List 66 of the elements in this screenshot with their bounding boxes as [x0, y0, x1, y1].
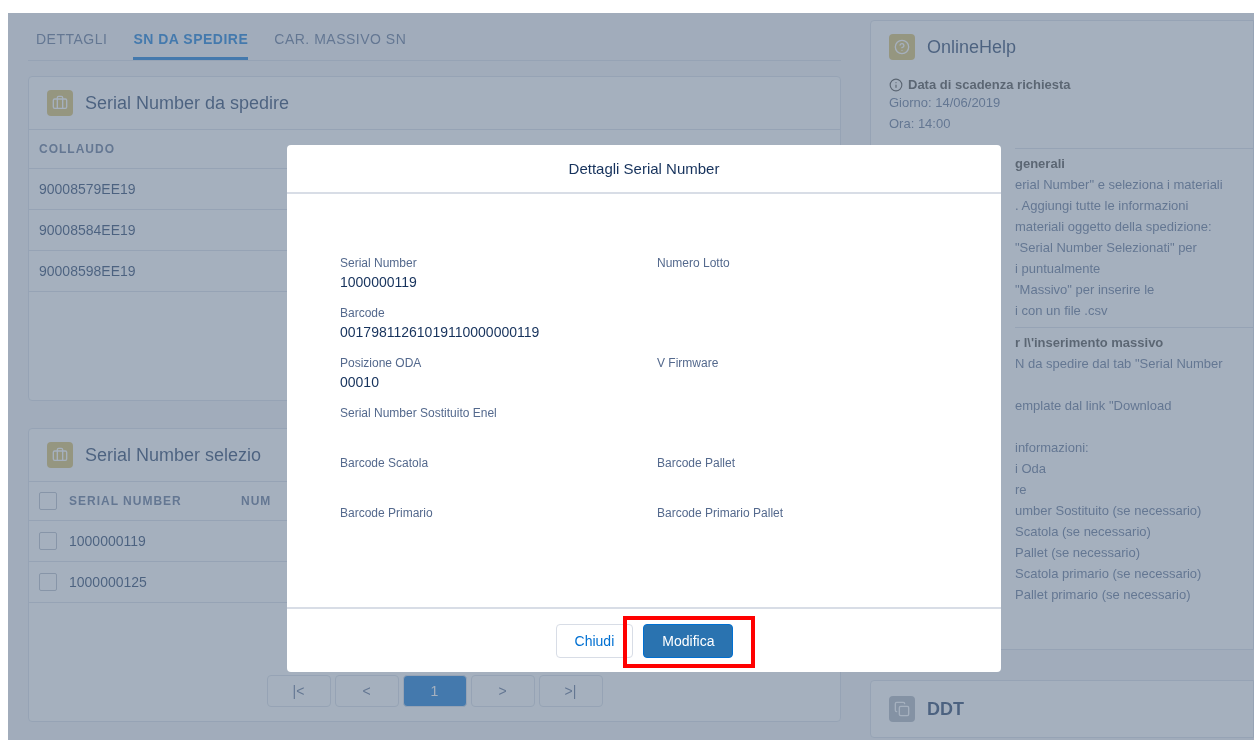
table-cell: 1000000119 — [69, 533, 146, 549]
help-text: Scatola primario (se necessario) — [1015, 565, 1203, 583]
field-label: Serial Number — [340, 256, 418, 270]
help-text: erial Number" e seleziona i materiali — [1015, 176, 1224, 194]
field-label: Posizione ODA — [340, 356, 423, 370]
help-text: Pallet primario (se necessario) — [1015, 586, 1192, 604]
help-text: Ora: 14:00 — [889, 115, 952, 133]
tab[interactable]: SN DA SPEDIRE — [133, 25, 249, 60]
documents-icon — [889, 696, 915, 722]
help-text: Pallet (se necessario) — [1015, 544, 1141, 562]
card-title: DDT — [927, 698, 964, 720]
help-heading: r l\'inserimento massivo — [1015, 334, 1165, 352]
field-label: V Firmware — [657, 356, 720, 370]
card-title: OnlineHelp — [927, 36, 1017, 58]
help-text: N da spedire dal tab "Serial Number — [1015, 355, 1224, 373]
help-text: . Aggiungi tutte le informazioni — [1015, 197, 1190, 215]
field-value: 00179811261019110000000119 — [340, 324, 541, 340]
field-value: 1000000119 — [340, 274, 418, 290]
edit-button[interactable]: Modifica — [643, 623, 734, 658]
checkbox[interactable] — [39, 573, 57, 591]
help-text: re — [1015, 481, 1028, 499]
page-button[interactable]: 1 — [402, 675, 467, 707]
column-header: SERIAL NUMBER — [69, 494, 183, 508]
help-text: umber Sostituito (se necessario) — [1015, 502, 1203, 520]
help-text: emplate dal link "Download — [1015, 397, 1173, 415]
field-label: Barcode — [340, 306, 386, 320]
field-label: Serial Number Sostituito Enel — [340, 406, 498, 420]
help-text: Giorno: 14/06/2019 — [889, 94, 1002, 112]
help-text: "Serial Number Selezionati" per — [1015, 239, 1198, 257]
page-button[interactable]: < — [334, 675, 399, 707]
field-label: Numero Lotto — [657, 256, 731, 270]
page-button[interactable]: > — [470, 675, 535, 707]
help-heading: Data di scadenza richiesta — [908, 77, 1071, 92]
help-text: i con un file .csv — [1015, 302, 1109, 320]
table-cell: 90008584EE19 — [39, 222, 136, 238]
table-cell: 90008598EE19 — [39, 263, 136, 279]
info-icon — [889, 77, 903, 92]
tab[interactable]: DETTAGLI — [36, 25, 108, 60]
checkbox[interactable] — [39, 492, 57, 510]
field-label: Barcode Pallet — [657, 456, 737, 470]
column-header: NUM — [241, 494, 273, 508]
briefcase-icon — [47, 90, 73, 116]
table-cell: 90008579EE19 — [39, 181, 136, 197]
help-icon — [889, 34, 915, 60]
modal-title: Dettagli Serial Number — [568, 160, 720, 177]
page-button[interactable]: >| — [538, 675, 603, 707]
help-text: materiali oggetto della spedizione: — [1015, 218, 1213, 236]
field-label: Barcode Scatola — [340, 456, 430, 470]
close-button[interactable]: Chiudi — [555, 623, 634, 658]
briefcase-icon — [47, 442, 73, 468]
card-title: Serial Number selezio — [85, 444, 262, 466]
field-label: Barcode Primario — [340, 506, 434, 520]
table-cell: 1000000125 — [69, 574, 147, 590]
page-button[interactable]: |< — [266, 675, 331, 707]
field-value: 00010 — [340, 374, 380, 390]
checkbox[interactable] — [39, 532, 57, 550]
help-text: i Oda — [1015, 460, 1048, 478]
help-text: "Massivo" per inserire le — [1015, 281, 1156, 299]
help-text: Scatola (se necessario) — [1015, 523, 1152, 541]
help-text: i puntualmente — [1015, 260, 1102, 278]
column-header: COLLAUDO — [39, 142, 116, 156]
help-heading: generali — [1015, 155, 1066, 173]
tab[interactable]: CAR. MASSIVO SN — [274, 25, 407, 60]
field-label: Barcode Primario Pallet — [657, 506, 785, 520]
card-title: Serial Number da spedire — [85, 92, 290, 114]
help-text: informazioni: — [1015, 439, 1090, 457]
